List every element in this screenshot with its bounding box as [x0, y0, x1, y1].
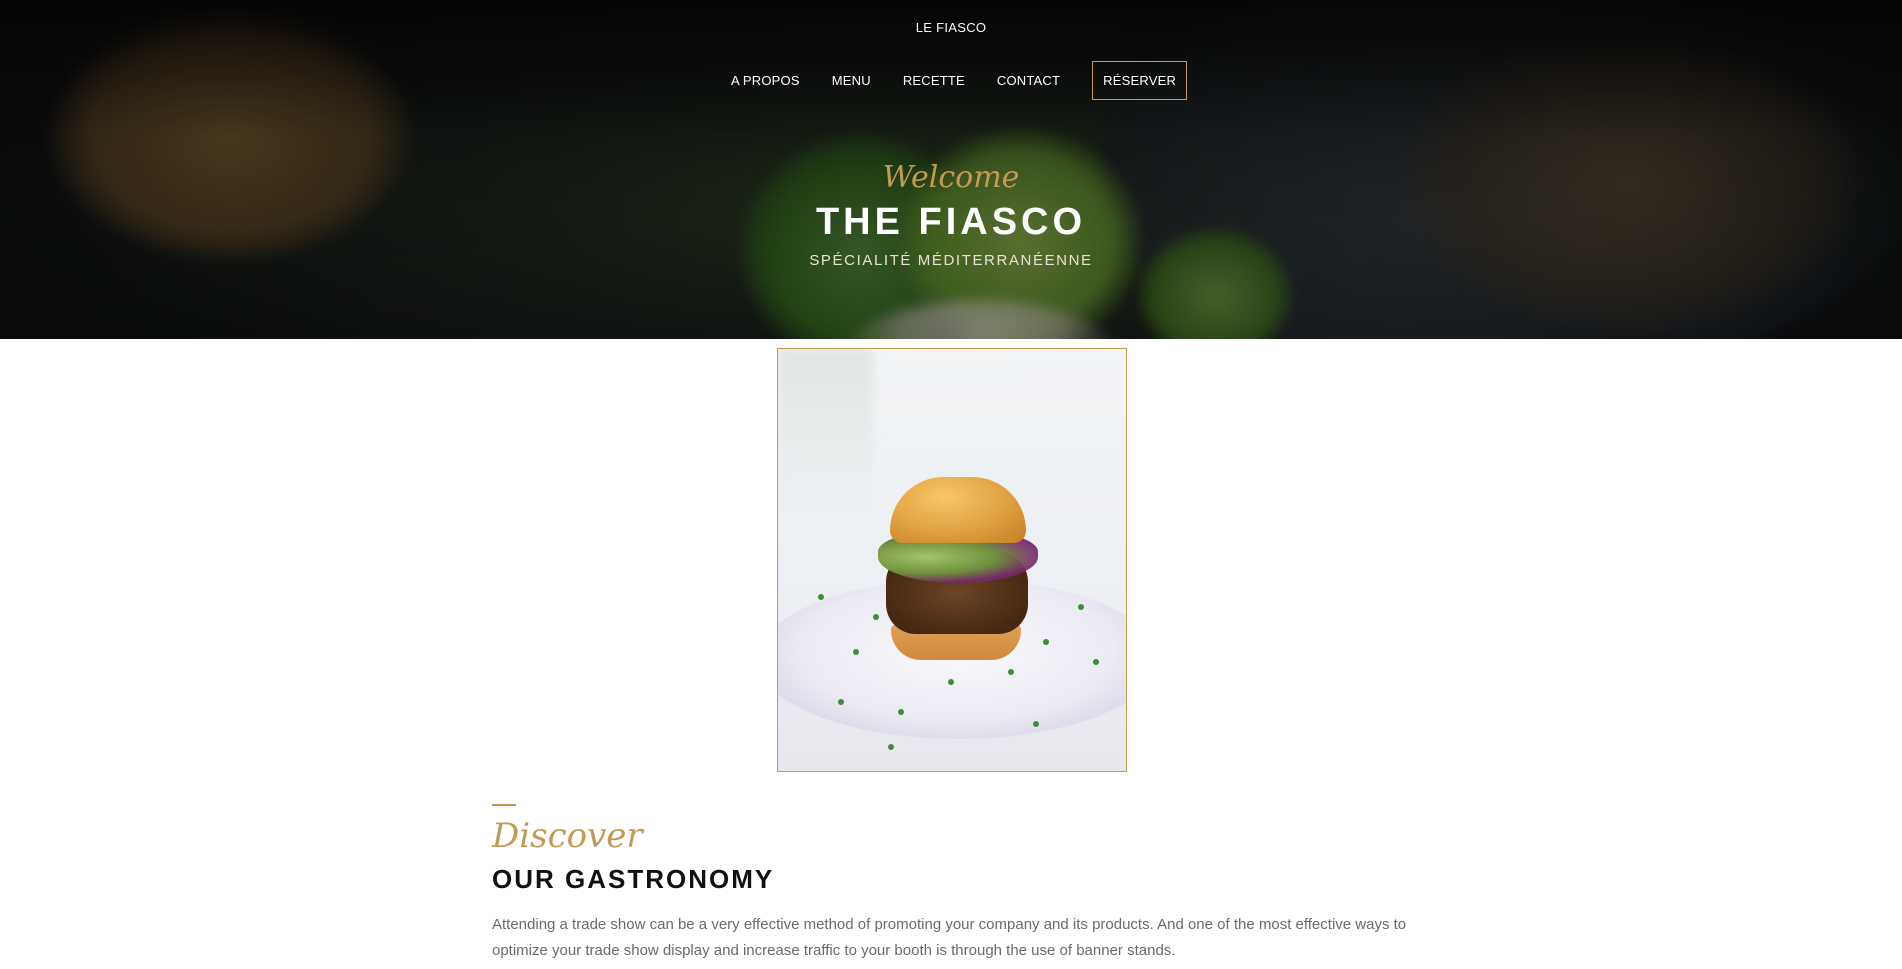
nav-item-menu[interactable]: MENU	[816, 62, 887, 100]
hero-subtitle: SPÉCIALITÉ MÉDITERRANÉENNE	[809, 252, 1093, 269]
photo-herb-sprinkle	[1033, 721, 1039, 727]
section-paragraph: Attending a trade show can be a very eff…	[492, 916, 1407, 959]
photo-bun-top	[890, 477, 1026, 543]
photo-herb-sprinkle	[1043, 639, 1049, 645]
photo-herb-sprinkle	[838, 699, 844, 705]
section-accent-rule	[492, 804, 516, 806]
photo-herb-sprinkle	[818, 594, 824, 600]
hero-title: THE FIASCO	[815, 201, 1087, 243]
nav-item-recette[interactable]: RECETTE	[887, 62, 981, 100]
photo-herb-sprinkle	[898, 709, 904, 715]
photo-herb-sprinkle	[1008, 669, 1014, 675]
photo-herb-sprinkle	[1078, 604, 1084, 610]
hero-script-text: Welcome	[882, 160, 1020, 195]
photo-herb-sprinkle	[948, 679, 954, 685]
nav-item-a-propos[interactable]: A PROPOS	[715, 62, 816, 100]
photo-herb-sprinkle	[1093, 659, 1099, 665]
main-nav: A PROPOS MENU RECETTE CONTACT RÉSERVER	[0, 61, 1902, 100]
burger-photo	[777, 348, 1127, 772]
section-heading: OUR GASTRONOMY	[492, 864, 775, 894]
reserve-button[interactable]: RÉSERVER	[1092, 61, 1188, 100]
nav-item-contact[interactable]: CONTACT	[981, 62, 1076, 100]
photo-herb-sprinkle	[853, 649, 859, 655]
brand-logo-link[interactable]: LE FIASCO	[0, 20, 1902, 35]
section-script-text: Discover	[492, 816, 643, 856]
photo-background-bottle	[778, 349, 873, 519]
photo-herb-sprinkle	[888, 744, 894, 750]
photo-herb-sprinkle	[873, 614, 879, 620]
hero-banner: LE FIASCO A PROPOS MENU RECETTE CONTACT …	[0, 0, 1902, 339]
